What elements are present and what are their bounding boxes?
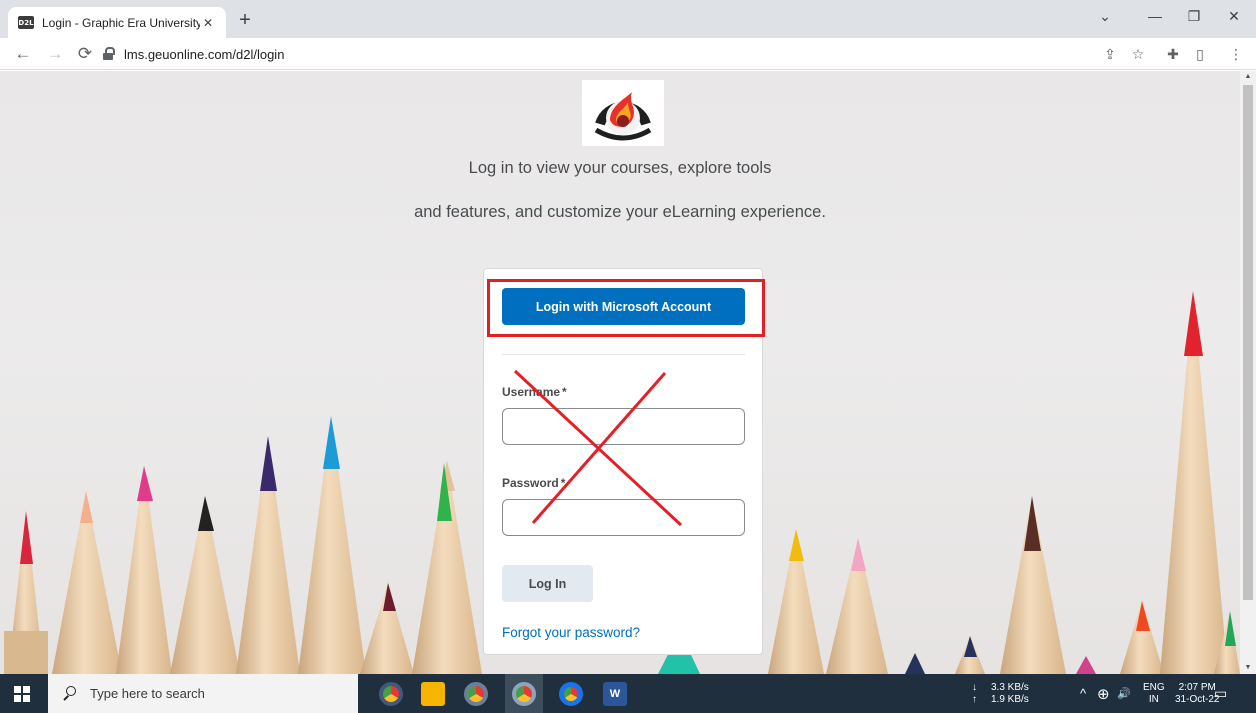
university-logo — [582, 80, 664, 146]
pencil-yellow — [768, 529, 824, 674]
close-window-button[interactable]: ✕ — [1222, 8, 1246, 30]
taskbar-search-box[interactable]: Type here to search — [48, 674, 358, 713]
chrome-active-icon[interactable] — [512, 682, 536, 706]
page-scrollbar[interactable]: ▲ ▼ — [1240, 71, 1256, 674]
windows-taskbar: Type here to search W ↓ ↑ 3.3 KB/s 1.9 KB… — [0, 674, 1256, 713]
download-speed: 3.3 KB/s — [991, 681, 1029, 693]
intro-text-line-1: Log in to view your courses, explore too… — [468, 159, 772, 177]
notification-center-icon[interactable]: ▭ — [1214, 674, 1227, 713]
taskbar-search-placeholder: Type here to search — [90, 686, 205, 701]
network-speed-indicator[interactable]: ↓ ↑ 3.3 KB/s 1.9 KB/s — [972, 674, 1029, 713]
scroll-up-arrow-icon[interactable]: ▲ — [1240, 71, 1256, 83]
highlight-box-annotation — [487, 279, 765, 337]
back-button[interactable]: ← — [12, 43, 34, 65]
pencil-black — [170, 496, 240, 674]
pencil-red-left — [4, 511, 48, 674]
share-icon[interactable]: ⇪ — [1100, 44, 1120, 64]
graphic-era-logo-emblem — [594, 92, 652, 141]
url-text: lms.geuonline.com/d2l/login — [124, 46, 285, 62]
forgot-password-link[interactable]: Forgot your password? — [502, 625, 640, 640]
region-code: IN — [1148, 693, 1159, 705]
reload-button[interactable]: ⟳ — [74, 43, 96, 65]
scroll-down-arrow-icon[interactable]: ▼ — [1240, 662, 1256, 674]
network-speed-text: 3.3 KB/s 1.9 KB/s — [991, 682, 1029, 706]
card-divider — [502, 354, 745, 355]
side-panel-icon[interactable]: ▯ — [1190, 44, 1210, 64]
address-bar[interactable]: lms.geuonline.com/d2l/login — [102, 41, 1102, 67]
file-explorer-icon[interactable] — [421, 682, 445, 706]
new-tab-button[interactable]: + — [234, 9, 256, 31]
chrome-profile-2-icon[interactable] — [464, 682, 488, 706]
pencil-purple — [236, 436, 300, 674]
language-code: ENG — [1143, 681, 1165, 693]
clock[interactable]: 2:07 PM 31-Oct-22 — [1175, 674, 1219, 713]
tray-chevron-icon[interactable]: ^ — [1080, 674, 1086, 713]
network-arrows-icon: ↓ ↑ — [972, 681, 977, 705]
chrome-icon[interactable] — [559, 682, 583, 706]
pencil-blue — [298, 416, 366, 674]
tab-close-icon[interactable]: ✕ — [200, 16, 216, 30]
pencil-orange — [1120, 601, 1164, 674]
intro-text-line-2: and features, and customize your eLearni… — [414, 203, 826, 221]
pencil-navy — [955, 636, 985, 674]
upload-speed: 1.9 KB/s — [991, 693, 1029, 705]
scrollbar-thumb[interactable] — [1243, 85, 1253, 600]
browser-menu-icon[interactable]: ⋮ — [1226, 44, 1246, 64]
word-icon[interactable]: W — [603, 682, 627, 706]
forward-button[interactable]: → — [44, 43, 66, 65]
lock-icon[interactable] — [102, 47, 116, 61]
pencil-maroon — [360, 583, 414, 674]
page-viewport: Log in to view your courses, explore too… — [0, 71, 1240, 674]
language-indicator[interactable]: ENG IN — [1143, 674, 1165, 713]
red-cross-annotation — [513, 369, 683, 527]
browser-tab-active[interactable]: D2L Login - Graphic Era University ✕ — [8, 7, 226, 38]
pencil-pink — [116, 466, 172, 674]
log-in-button[interactable]: Log In — [502, 565, 593, 602]
browser-toolbar: ← → ⟳ lms.geuonline.com/d2l/login ⇪ ☆ ✚ … — [0, 38, 1256, 70]
tab-title: Login - Graphic Era University — [42, 15, 200, 30]
clock-date: 31-Oct-22 — [1175, 693, 1220, 705]
d2l-favicon-icon: D2L — [18, 16, 34, 29]
pencil-peach — [52, 491, 122, 674]
pencil-red-right — [1160, 291, 1228, 674]
chrome-profile-icon[interactable] — [379, 682, 403, 706]
bookmark-star-icon[interactable]: ☆ — [1128, 44, 1148, 64]
clock-time: 2:07 PM — [1178, 681, 1216, 693]
network-globe-icon[interactable]: ⊕ — [1097, 674, 1110, 713]
tab-search-icon[interactable]: ⌄ — [1093, 8, 1117, 30]
volume-icon[interactable]: 🔊 — [1117, 674, 1131, 713]
pencil-navy-small — [905, 653, 925, 674]
pencil-brown — [1000, 496, 1066, 674]
restore-button[interactable]: ❐ — [1182, 8, 1206, 30]
windows-start-icon[interactable] — [14, 686, 30, 702]
pencil-magenta-small — [1076, 656, 1096, 674]
search-icon — [62, 685, 78, 702]
pencil-light-pink — [826, 538, 888, 674]
browser-tab-strip: D2L Login - Graphic Era University ✕ + ⌄… — [0, 0, 1256, 38]
minimize-button[interactable]: — — [1143, 8, 1167, 30]
extensions-puzzle-icon[interactable]: ✚ — [1163, 44, 1183, 64]
